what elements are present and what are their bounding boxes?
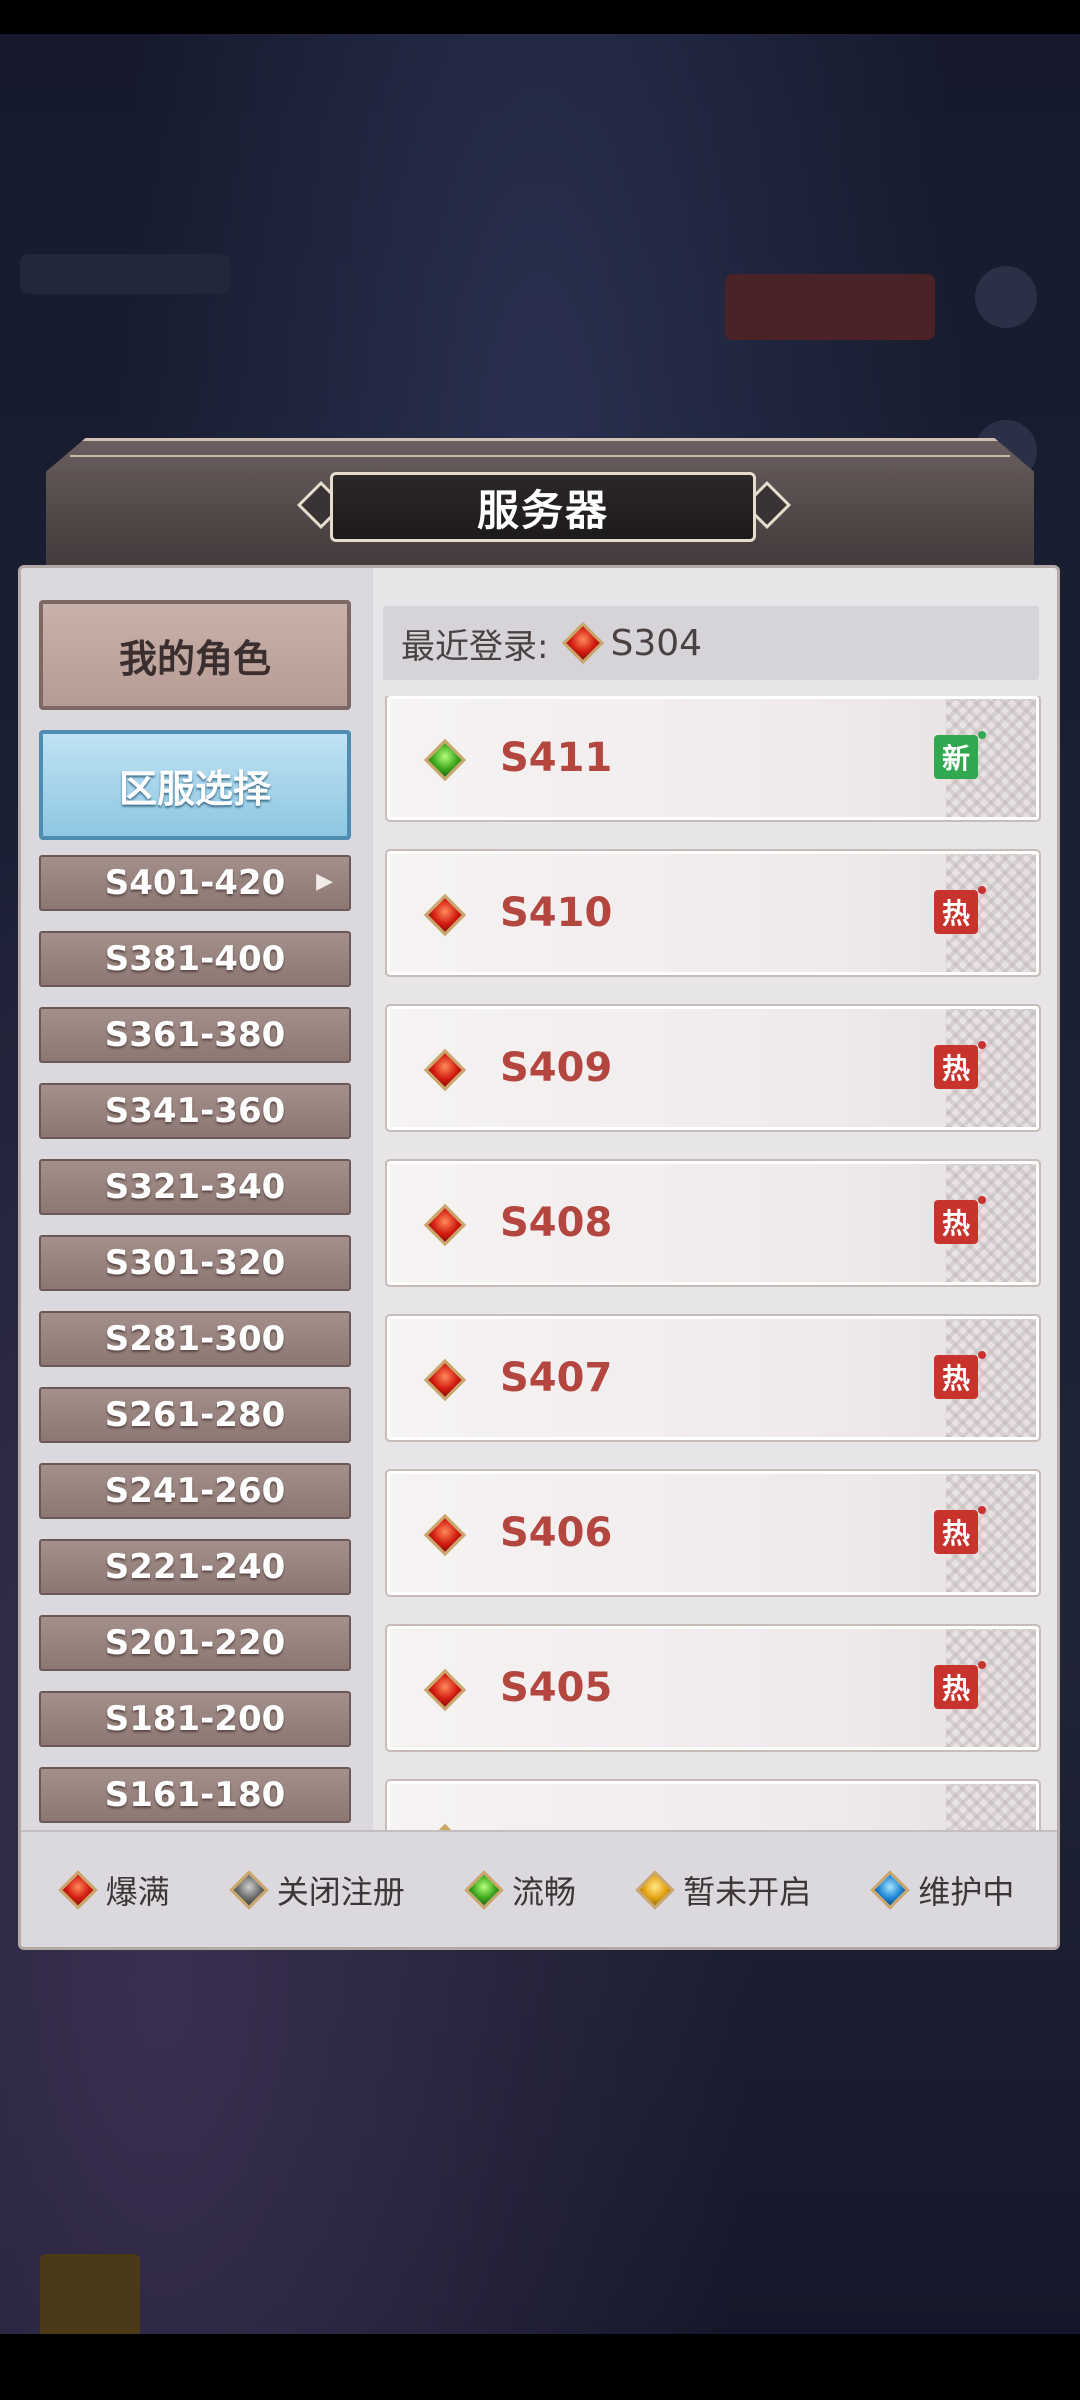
status-bar bbox=[0, 0, 1080, 34]
range-button[interactable]: S301-320 bbox=[39, 1235, 351, 1291]
legend-label: 暂未开启 bbox=[683, 1872, 812, 1911]
hot-badge: 热 bbox=[934, 1355, 978, 1399]
badge-dot bbox=[978, 886, 986, 894]
status-gem-icon bbox=[562, 621, 605, 665]
yellow-gem-icon bbox=[635, 1869, 675, 1910]
legend-label: 关闭注册 bbox=[276, 1872, 405, 1911]
range-label: S321-340 bbox=[104, 1167, 286, 1207]
tab-label: 区服选择 bbox=[118, 766, 271, 811]
status-gem-icon bbox=[423, 893, 467, 937]
range-label: S181-200 bbox=[104, 1699, 286, 1739]
status-legend: 爆满 关闭注册 流畅 暂未开启 维护中 bbox=[21, 1830, 1057, 1947]
sidebar: 我的角色 区服选择 S401-420 ▶ S381-400 S361-380 S341-… bbox=[21, 568, 373, 1830]
status-gem-icon bbox=[423, 1358, 467, 1402]
range-label: S221-240 bbox=[104, 1547, 286, 1587]
new-badge: 新 bbox=[934, 735, 978, 779]
legend-label: 维护中 bbox=[918, 1872, 1015, 1911]
hot-badge: 热 bbox=[934, 1045, 978, 1089]
hot-badge: 热 bbox=[934, 1510, 978, 1554]
badge-dot bbox=[978, 1506, 986, 1514]
server-card[interactable]: S407 热 bbox=[385, 1314, 1041, 1442]
server-name: S409 bbox=[500, 1045, 613, 1091]
status-gem-icon bbox=[423, 1048, 467, 1092]
server-card[interactable]: S411 新 bbox=[385, 696, 1041, 822]
server-list[interactable]: S411 新 S410 热 S409 热 S408 热 S407 热 S406 热 S405 热 bbox=[383, 696, 1043, 1830]
green-gem-icon bbox=[464, 1869, 504, 1910]
server-select-panel: 我的角色 区服选择 S401-420 ▶ S381-400 S361-380 S341-… bbox=[18, 565, 1060, 1950]
range-button[interactable]: S381-400 bbox=[39, 931, 351, 987]
badge-dot bbox=[978, 1041, 986, 1049]
hot-badge: 热 bbox=[934, 1200, 978, 1244]
tab-my-characters[interactable]: 我的角色 bbox=[39, 600, 351, 710]
status-gem-icon bbox=[423, 1668, 467, 1712]
legend-item: 维护中 bbox=[870, 1867, 1015, 1913]
blue-gem-icon bbox=[870, 1869, 911, 1910]
hot-badge: 热 bbox=[934, 1665, 978, 1709]
server-name: S408 bbox=[500, 1200, 613, 1246]
tab-server-select[interactable]: 区服选择 bbox=[39, 730, 351, 840]
range-label: S341-360 bbox=[104, 1091, 286, 1131]
range-label: S261-280 bbox=[104, 1395, 286, 1435]
range-button[interactable]: S281-300 bbox=[39, 1311, 351, 1367]
grey-gem-icon bbox=[228, 1869, 269, 1910]
recent-login-bar[interactable]: 最近登录: S304 bbox=[383, 606, 1039, 680]
navigation-bar bbox=[0, 2334, 1080, 2400]
server-name: S407 bbox=[500, 1355, 613, 1401]
server-card[interactable]: S410 热 bbox=[385, 849, 1041, 977]
legend-label: 流畅 bbox=[511, 1872, 576, 1911]
tab-label: 我的角色 bbox=[118, 636, 271, 681]
range-label: S401-420 bbox=[104, 863, 286, 903]
range-label: S301-320 bbox=[104, 1243, 286, 1283]
server-name: S410 bbox=[500, 890, 613, 936]
background-icon-blurred bbox=[975, 266, 1037, 328]
server-card[interactable] bbox=[385, 1779, 1041, 1830]
range-button[interactable]: S241-260 bbox=[39, 1463, 351, 1519]
badge-dot bbox=[978, 1661, 986, 1669]
caret-right-icon: ▶ bbox=[316, 869, 333, 894]
server-name: S406 bbox=[500, 1510, 613, 1556]
status-gem-icon bbox=[423, 1203, 467, 1247]
badge-dot bbox=[978, 731, 986, 739]
red-gem-icon bbox=[57, 1869, 98, 1910]
legend-label: 爆满 bbox=[105, 1872, 170, 1911]
status-gem-icon bbox=[423, 738, 467, 782]
server-card[interactable]: S405 热 bbox=[385, 1624, 1041, 1752]
range-button[interactable]: S261-280 bbox=[39, 1387, 351, 1443]
range-button[interactable]: S401-420 ▶ bbox=[39, 855, 351, 911]
range-label: S241-260 bbox=[104, 1471, 286, 1511]
range-button[interactable]: S181-200 bbox=[39, 1691, 351, 1747]
range-label: S281-300 bbox=[104, 1319, 286, 1359]
badge-dot bbox=[978, 1351, 986, 1359]
dialog-title: 服务器 bbox=[476, 485, 609, 535]
hot-badge: 热 bbox=[934, 890, 978, 934]
range-label: S381-400 bbox=[104, 939, 286, 979]
background-button-blurred bbox=[725, 274, 935, 340]
server-name: S405 bbox=[500, 1665, 613, 1711]
recent-login-label: 最近登录: bbox=[401, 626, 549, 667]
range-button[interactable]: S321-340 bbox=[39, 1159, 351, 1215]
badge-dot bbox=[978, 1196, 986, 1204]
header-ornament-line bbox=[70, 455, 1010, 457]
server-card[interactable]: S406 热 bbox=[385, 1469, 1041, 1597]
server-card[interactable]: S409 热 bbox=[385, 1004, 1041, 1132]
range-button[interactable]: S201-220 bbox=[39, 1615, 351, 1671]
status-gem-icon bbox=[423, 1513, 467, 1557]
server-card[interactable]: S408 热 bbox=[385, 1159, 1041, 1287]
legend-item: 关闭注册 bbox=[228, 1867, 405, 1913]
legend-item: 暂未开启 bbox=[635, 1867, 812, 1913]
range-label: S201-220 bbox=[104, 1623, 286, 1663]
range-button[interactable]: S161-180 bbox=[39, 1767, 351, 1823]
card-pattern bbox=[946, 1784, 1036, 1830]
range-button[interactable]: S341-360 bbox=[39, 1083, 351, 1139]
legend-item: 流畅 bbox=[464, 1867, 576, 1913]
server-name: S411 bbox=[500, 735, 613, 781]
background-text-blurred bbox=[20, 254, 230, 294]
range-button[interactable]: S361-380 bbox=[39, 1007, 351, 1063]
range-label: S161-180 bbox=[104, 1775, 286, 1815]
legend-item: 爆满 bbox=[57, 1867, 170, 1913]
range-label: S361-380 bbox=[104, 1015, 286, 1055]
dialog-title-plate: 服务器 bbox=[330, 472, 756, 542]
recent-login-server: S304 bbox=[610, 622, 703, 664]
range-button[interactable]: S221-240 bbox=[39, 1539, 351, 1595]
